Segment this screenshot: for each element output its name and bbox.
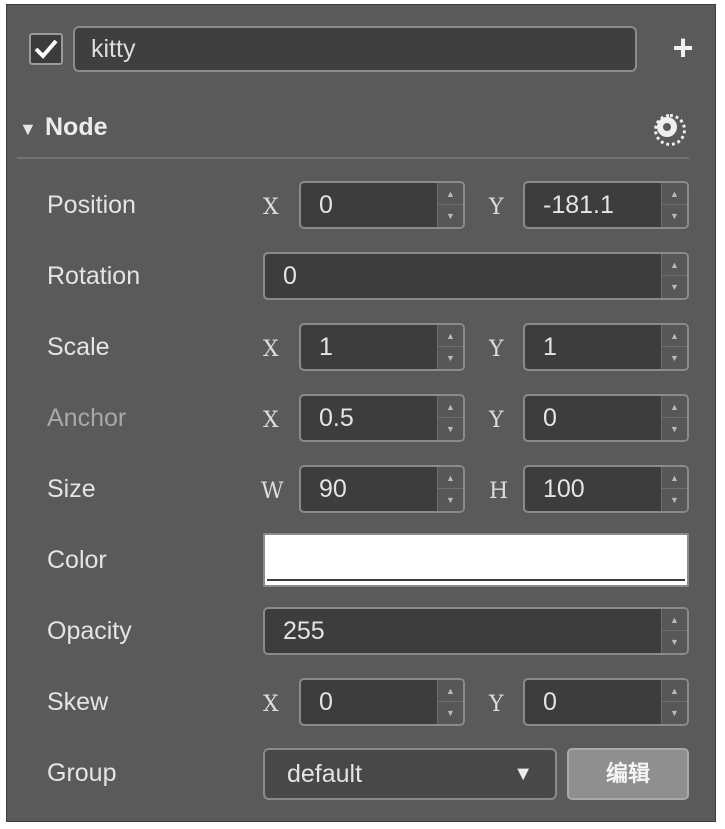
spinner-up-icon[interactable]: ▲ [438, 325, 463, 347]
spinner-down-icon[interactable]: ▼ [438, 418, 463, 440]
skew-y-spinner[interactable]: ▲ ▼ [661, 680, 687, 724]
size-w-input[interactable]: 90 ▲ ▼ [299, 465, 465, 513]
skew-x-input[interactable]: 0 ▲ ▼ [299, 678, 465, 726]
size-w-value: 90 [319, 475, 347, 503]
skew-y-axis-label: Y [489, 692, 504, 717]
section-title: Node [45, 113, 108, 141]
group-select-value: default [287, 760, 363, 788]
group-select[interactable]: default ▼ [263, 748, 557, 800]
section-divider [17, 157, 689, 159]
spinner-up-icon[interactable]: ▲ [438, 183, 463, 205]
color-label: Color [47, 546, 107, 574]
node-enabled-checkbox[interactable] [29, 33, 63, 65]
spinner-up-icon[interactable]: ▲ [438, 467, 463, 489]
skew-x-axis-label: X [263, 692, 279, 717]
size-h-value: 100 [543, 475, 585, 503]
skew-x-value: 0 [319, 688, 333, 716]
node-name-input[interactable]: kitty [73, 26, 637, 72]
color-picker-swatch[interactable] [263, 533, 689, 587]
anchor-y-axis-label: Y [489, 408, 504, 433]
spinner-up-icon[interactable]: ▲ [662, 325, 687, 347]
spinner-up-icon[interactable]: ▲ [662, 467, 687, 489]
spinner-down-icon[interactable]: ▼ [662, 631, 687, 653]
spinner-down-icon[interactable]: ▼ [662, 205, 687, 227]
node-name-row: kitty + [29, 23, 701, 75]
node-section-header[interactable]: ▼ Node [17, 105, 689, 157]
anchor-y-value: 0 [543, 404, 557, 432]
add-component-button[interactable]: + [663, 30, 703, 67]
anchor-x-axis-label: X [263, 408, 279, 433]
scale-y-value: 1 [543, 333, 557, 361]
scale-y-spinner[interactable]: ▲ ▼ [661, 325, 687, 369]
anchor-x-input[interactable]: 0.5 ▲ ▼ [299, 394, 465, 442]
anchor-y-input[interactable]: 0 ▲ ▼ [523, 394, 689, 442]
spinner-down-icon[interactable]: ▼ [662, 418, 687, 440]
position-y-value: -181.1 [543, 191, 614, 219]
spinner-up-icon[interactable]: ▲ [662, 254, 687, 276]
position-x-input[interactable]: 0 ▲ ▼ [299, 181, 465, 229]
rotation-value: 0 [283, 262, 297, 290]
scale-x-axis-label: X [263, 337, 279, 362]
rotation-label: Rotation [47, 262, 141, 290]
size-label: Size [47, 475, 96, 503]
spinner-down-icon[interactable]: ▼ [438, 489, 463, 511]
anchor-x-spinner[interactable]: ▲ ▼ [437, 396, 463, 440]
edit-group-button[interactable]: 编辑 [567, 748, 689, 800]
spinner-up-icon[interactable]: ▲ [662, 183, 687, 205]
spinner-up-icon[interactable]: ▲ [662, 680, 687, 702]
position-y-spinner[interactable]: ▲ ▼ [661, 183, 687, 227]
opacity-input[interactable]: 255 ▲ ▼ [263, 607, 689, 655]
spinner-down-icon[interactable]: ▼ [438, 205, 463, 227]
spinner-up-icon[interactable]: ▲ [662, 609, 687, 631]
spinner-up-icon[interactable]: ▲ [438, 396, 463, 418]
anchor-y-spinner[interactable]: ▲ ▼ [661, 396, 687, 440]
size-h-input[interactable]: 100 ▲ ▼ [523, 465, 689, 513]
rotation-input[interactable]: 0 ▲ ▼ [263, 252, 689, 300]
spinner-down-icon[interactable]: ▼ [662, 702, 687, 724]
spinner-up-icon[interactable]: ▲ [662, 396, 687, 418]
size-w-spinner[interactable]: ▲ ▼ [437, 467, 463, 511]
gear-icon[interactable] [654, 114, 686, 146]
check-icon [34, 39, 58, 59]
inspector-panel: kitty + ▼ Node Position X 0 ▲ ▼ Y -181.1… [6, 4, 716, 822]
spinner-up-icon[interactable]: ▲ [438, 680, 463, 702]
opacity-label: Opacity [47, 617, 132, 645]
position-x-spinner[interactable]: ▲ ▼ [437, 183, 463, 227]
position-y-input[interactable]: -181.1 ▲ ▼ [523, 181, 689, 229]
scale-y-input[interactable]: 1 ▲ ▼ [523, 323, 689, 371]
position-x-axis-label: X [263, 195, 279, 220]
spinner-down-icon[interactable]: ▼ [438, 702, 463, 724]
scale-x-spinner[interactable]: ▲ ▼ [437, 325, 463, 369]
skew-y-value: 0 [543, 688, 557, 716]
size-h-axis-label: H [489, 479, 509, 504]
anchor-x-value: 0.5 [319, 404, 354, 432]
scale-x-value: 1 [319, 333, 333, 361]
skew-label: Skew [47, 688, 109, 716]
collapse-arrow-icon[interactable]: ▼ [19, 119, 37, 140]
scale-x-input[interactable]: 1 ▲ ▼ [299, 323, 465, 371]
spinner-down-icon[interactable]: ▼ [662, 489, 687, 511]
spinner-down-icon[interactable]: ▼ [438, 347, 463, 369]
spinner-down-icon[interactable]: ▼ [662, 276, 687, 298]
position-label: Position [47, 191, 136, 219]
position-x-value: 0 [319, 191, 333, 219]
skew-y-input[interactable]: 0 ▲ ▼ [523, 678, 689, 726]
chevron-down-icon: ▼ [513, 763, 533, 785]
scale-label: Scale [47, 333, 110, 361]
spinner-down-icon[interactable]: ▼ [662, 347, 687, 369]
skew-x-spinner[interactable]: ▲ ▼ [437, 680, 463, 724]
size-h-spinner[interactable]: ▲ ▼ [661, 467, 687, 511]
scale-y-axis-label: Y [489, 337, 504, 362]
opacity-value: 255 [283, 617, 325, 645]
group-label: Group [47, 759, 117, 787]
rotation-spinner[interactable]: ▲ ▼ [661, 254, 687, 298]
position-y-axis-label: Y [489, 195, 504, 220]
size-w-axis-label: W [261, 479, 284, 504]
color-alpha-bar [267, 579, 685, 581]
anchor-label: Anchor [47, 404, 127, 432]
opacity-spinner[interactable]: ▲ ▼ [661, 609, 687, 653]
